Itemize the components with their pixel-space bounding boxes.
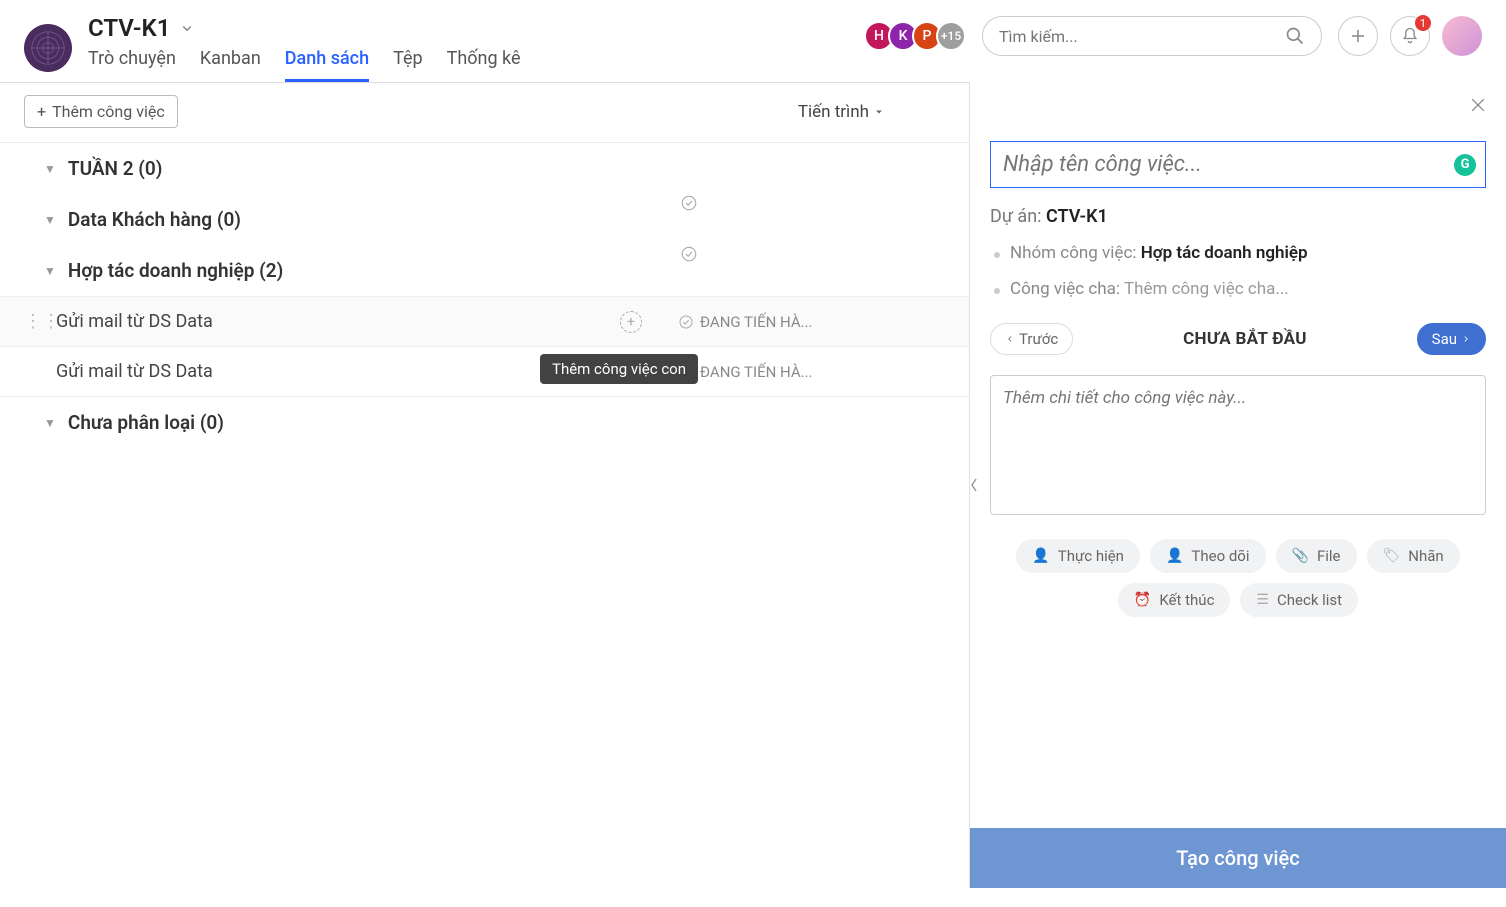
caret-down-icon: ▼ bbox=[44, 264, 56, 278]
task-status: ĐANG TIẾN HÀ... bbox=[678, 363, 813, 381]
search-box[interactable] bbox=[982, 16, 1322, 56]
paperclip-icon: 📎 bbox=[1292, 548, 1309, 564]
project-logo bbox=[24, 24, 72, 72]
chevron-right-icon bbox=[1461, 334, 1471, 344]
task-row[interactable]: Gửi mail từ DS Data ĐANG TIẾN HÀ... bbox=[0, 346, 969, 397]
task-list-pane: + Thêm công việc Tiến trình ▼ TUẦN 2 (0)… bbox=[0, 81, 970, 888]
tab-stats[interactable]: Thống kê bbox=[447, 48, 521, 82]
progress-column-header[interactable]: Tiến trình bbox=[798, 102, 885, 122]
parent-meta[interactable]: Công việc cha: Thêm công việc cha... bbox=[990, 279, 1486, 299]
add-task-button[interactable]: + Thêm công việc bbox=[24, 95, 178, 128]
task-name-input[interactable] bbox=[990, 141, 1486, 188]
chevron-left-icon bbox=[1005, 334, 1015, 344]
project-meta: Dự án: CTV-K1 bbox=[990, 206, 1486, 227]
deadline-chip[interactable]: ⏰Kết thúc bbox=[1118, 583, 1231, 617]
caret-down-icon: ▼ bbox=[44, 162, 56, 176]
close-button[interactable] bbox=[1468, 95, 1488, 115]
tab-list[interactable]: Danh sách bbox=[285, 48, 369, 82]
clock-icon: ⏰ bbox=[1134, 592, 1151, 608]
plus-icon bbox=[1349, 27, 1367, 45]
group-chua-phan-loai[interactable]: ▼ Chưa phân loại (0) bbox=[0, 397, 969, 448]
chevron-left-icon bbox=[968, 473, 980, 497]
assignee-chip[interactable]: 👤Thực hiện bbox=[1016, 539, 1140, 573]
task-row[interactable]: ⋮⋮ Gửi mail từ DS Data + ĐANG TIẾN HÀ... bbox=[0, 296, 969, 346]
tooltip-add-subtask: Thêm công việc con bbox=[540, 354, 698, 384]
notifications-button[interactable]: 1 bbox=[1390, 16, 1430, 56]
task-name: Gửi mail từ DS Data bbox=[56, 311, 213, 332]
close-icon bbox=[1468, 95, 1488, 115]
add-task-label: Thêm công việc bbox=[52, 102, 165, 121]
collapse-handle[interactable] bbox=[968, 473, 980, 497]
prev-status-button[interactable]: Trước bbox=[990, 323, 1073, 355]
group-hop-tac[interactable]: ▼ Hợp tác doanh nghiệp (2) bbox=[0, 245, 969, 296]
search-input[interactable] bbox=[999, 27, 1285, 46]
task-name: Gửi mail từ DS Data bbox=[56, 361, 213, 382]
tab-chat[interactable]: Trò chuyện bbox=[88, 48, 176, 82]
caret-down-icon: ▼ bbox=[44, 213, 56, 227]
group-tuan2[interactable]: ▼ TUẦN 2 (0) bbox=[0, 143, 969, 194]
check-circle-icon bbox=[678, 314, 694, 330]
notification-badge: 1 bbox=[1415, 15, 1431, 31]
task-status: ĐANG TIẾN HÀ... bbox=[678, 313, 813, 331]
person-icon: 👤 bbox=[1166, 548, 1183, 564]
add-subtask-button[interactable]: + bbox=[620, 311, 642, 333]
tabs: Trò chuyện Kanban Danh sách Tệp Thống kê bbox=[88, 48, 521, 82]
tab-kanban[interactable]: Kanban bbox=[200, 48, 261, 82]
tag-icon: 🏷 bbox=[1383, 548, 1401, 564]
caret-down-icon bbox=[873, 106, 885, 118]
list-icon: ☰ bbox=[1256, 592, 1269, 608]
avatar-more[interactable]: +15 bbox=[936, 21, 966, 51]
checklist-chip[interactable]: ☰Check list bbox=[1240, 583, 1358, 617]
member-avatars[interactable]: H K P +15 bbox=[870, 21, 966, 51]
project-title[interactable]: CTV-K1 bbox=[88, 14, 170, 42]
description-input[interactable] bbox=[990, 375, 1486, 515]
file-chip[interactable]: 📎File bbox=[1276, 539, 1357, 573]
chevron-down-icon[interactable] bbox=[178, 19, 196, 37]
grammarly-icon[interactable]: G bbox=[1454, 154, 1476, 176]
app-header: CTV-K1 Trò chuyện Kanban Danh sách Tệp T… bbox=[0, 2, 1506, 83]
group-data-khach-hang[interactable]: ▼ Data Khách hàng (0) bbox=[0, 194, 969, 245]
plus-icon: + bbox=[37, 102, 46, 121]
add-button[interactable] bbox=[1338, 16, 1378, 56]
user-avatar[interactable] bbox=[1442, 16, 1482, 56]
group-meta[interactable]: Nhóm công việc: Hợp tác doanh nghiệp bbox=[990, 243, 1486, 263]
tab-files[interactable]: Tệp bbox=[393, 48, 423, 82]
caret-down-icon: ▼ bbox=[44, 416, 56, 430]
next-status-button[interactable]: Sau bbox=[1417, 323, 1486, 355]
search-icon[interactable] bbox=[1285, 26, 1305, 46]
list-header: + Thêm công việc Tiến trình bbox=[0, 81, 969, 143]
follower-chip[interactable]: 👤Theo dõi bbox=[1150, 539, 1266, 573]
drag-handle-icon[interactable]: ⋮⋮ bbox=[24, 311, 60, 332]
status-label: CHƯA BẮT ĐẦU bbox=[1183, 329, 1307, 349]
person-icon: 👤 bbox=[1032, 548, 1049, 564]
label-chip[interactable]: 🏷Nhãn bbox=[1367, 539, 1460, 573]
create-task-button[interactable]: Tạo công việc bbox=[970, 828, 1506, 888]
compass-icon bbox=[30, 30, 66, 66]
task-detail-panel: G Dự án: CTV-K1 Nhóm công việc: Hợp tác … bbox=[970, 81, 1506, 888]
